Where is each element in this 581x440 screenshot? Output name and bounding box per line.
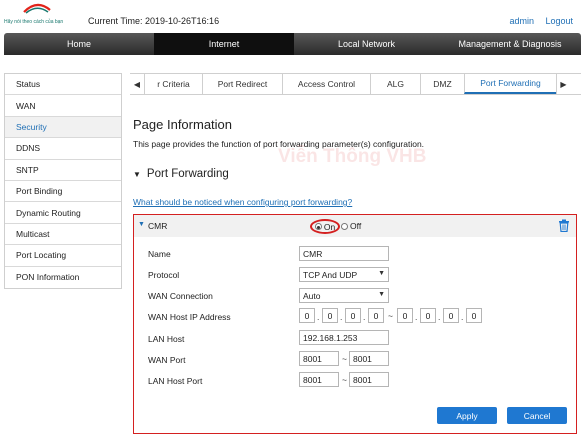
wan-connection-value: Auto <box>303 290 321 301</box>
rule-collapse-icon[interactable]: ▼ <box>138 221 145 228</box>
ip-dot: . <box>461 312 464 322</box>
radio-unchecked-icon <box>341 222 348 230</box>
tab-port-forwarding[interactable]: Port Forwarding <box>464 74 556 94</box>
enable-on-radio[interactable]: On <box>310 219 340 234</box>
logo-mark-icon <box>23 3 51 14</box>
lan-port-start-field[interactable]: 8001 <box>299 372 339 387</box>
ip-dot: . <box>438 312 441 322</box>
sidebar-item-port-locating[interactable]: Port Locating <box>5 245 121 267</box>
section-title-label: Port Forwarding <box>146 168 229 180</box>
nav-internet[interactable]: Internet <box>154 33 294 55</box>
sidebar-item-security[interactable]: Security <box>5 116 121 139</box>
chevron-down-icon: ▼ <box>378 270 385 277</box>
sidebar-item-status[interactable]: Status <box>5 74 121 96</box>
name-field[interactable]: CMR <box>299 246 389 261</box>
collapse-icon[interactable]: ▼ <box>133 170 141 179</box>
top-links: admin Logout <box>500 16 573 26</box>
protocol-label: Protocol <box>148 270 180 280</box>
help-link[interactable]: What should be noticed when configuring … <box>133 197 352 207</box>
wan-connection-label: WAN Connection <box>148 291 213 301</box>
lan-host-label: LAN Host <box>148 334 185 344</box>
sidebar-item-sntp[interactable]: SNTP <box>5 160 121 181</box>
rule-header: ▼ CMR On Off <box>134 215 576 237</box>
ip-dot: . <box>317 312 320 322</box>
tabs-scroll-left-icon[interactable]: ◀ <box>130 74 144 94</box>
wan-ip-end-octet-1[interactable]: 0 <box>397 308 413 323</box>
on-label: On <box>323 221 336 232</box>
sidebar-item-ddns[interactable]: DDNS <box>5 138 121 160</box>
range-tilde: ~ <box>342 375 347 385</box>
wan-port-label: WAN Port <box>148 355 186 365</box>
tab-access-control[interactable]: Access Control <box>282 74 370 94</box>
tab-dmz[interactable]: DMZ <box>420 74 464 94</box>
trash-icon[interactable] <box>558 219 570 232</box>
wan-ip-end-octet-4[interactable]: 0 <box>466 308 482 323</box>
sidebar-item-pon-information[interactable]: PON Information <box>5 267 121 288</box>
logout-link[interactable]: Logout <box>545 16 573 26</box>
nav-local-network[interactable]: Local Network <box>294 33 439 55</box>
protocol-value: TCP And UDP <box>303 269 358 280</box>
section-title[interactable]: ▼ Port Forwarding <box>133 168 229 180</box>
radio-checked-icon <box>314 223 322 230</box>
wan-ip-end-octet-2[interactable]: 0 <box>420 308 436 323</box>
off-label: Off <box>350 221 362 231</box>
user-link[interactable]: admin <box>509 16 534 26</box>
range-tilde: ~ <box>388 311 393 321</box>
apply-button[interactable]: Apply <box>437 407 497 424</box>
tabs-scroll-right-icon[interactable]: ▶ <box>556 74 570 94</box>
wan-port-end-field[interactable]: 8001 <box>349 351 389 366</box>
sidebar-item-multicast[interactable]: Multicast <box>5 224 121 246</box>
tab-alg[interactable]: ALG <box>370 74 420 94</box>
wan-ip-start-octet-3[interactable]: 0 <box>345 308 361 323</box>
brand-tagline: Hãy nói theo cách của bạn <box>4 19 64 25</box>
wan-ip-start-octet-1[interactable]: 0 <box>299 308 315 323</box>
wan-ip-start-octet-2[interactable]: 0 <box>322 308 338 323</box>
wan-ip-end-octet-3[interactable]: 0 <box>443 308 459 323</box>
ip-dot: . <box>363 312 366 322</box>
sub-tabs: ◀ r Criteria Port Redirect Access Contro… <box>130 73 581 95</box>
current-time: Current Time: 2019-10-26T16:16 <box>88 16 220 26</box>
rule-name: CMR <box>148 221 168 231</box>
main-nav: Home Internet Local Network Management &… <box>4 33 581 55</box>
viettel-logo: Hãy nói theo cách của bạn <box>4 2 68 30</box>
nav-management-diagnosis[interactable]: Management & Diagnosis <box>439 33 581 55</box>
lan-host-port-label: LAN Host Port <box>148 376 203 386</box>
ip-dot: . <box>340 312 343 322</box>
sidebar-item-port-binding[interactable]: Port Binding <box>5 181 121 203</box>
watermark: Viễn Thông VHB <box>278 146 427 167</box>
wan-host-ip-label: WAN Host IP Address <box>148 312 231 322</box>
sidebar-item-dynamic-routing[interactable]: Dynamic Routing <box>5 202 121 224</box>
range-tilde: ~ <box>342 354 347 364</box>
sidebar: Status WAN Security DDNS SNTP Port Bindi… <box>4 73 122 289</box>
port-forwarding-rule-panel: ▼ CMR On Off Name CMR Protocol TCP And U… <box>133 214 577 434</box>
protocol-select[interactable]: TCP And UDP ▼ <box>299 267 389 282</box>
name-label: Name <box>148 249 171 259</box>
ip-dot: . <box>415 312 418 322</box>
page-title: Page Information <box>133 117 233 132</box>
cancel-button[interactable]: Cancel <box>507 407 567 424</box>
wan-port-start-field[interactable]: 8001 <box>299 351 339 366</box>
enable-off-radio[interactable]: Off <box>341 221 361 231</box>
tab-filter-criteria[interactable]: r Criteria <box>144 74 202 94</box>
chevron-down-icon: ▼ <box>378 291 385 298</box>
wan-ip-start-octet-4[interactable]: 0 <box>368 308 384 323</box>
nav-home[interactable]: Home <box>4 33 154 55</box>
wan-connection-select[interactable]: Auto ▼ <box>299 288 389 303</box>
sidebar-item-wan[interactable]: WAN <box>5 95 121 117</box>
tab-port-redirect[interactable]: Port Redirect <box>202 74 282 94</box>
lan-host-field[interactable]: 192.168.1.253 <box>299 330 389 345</box>
lan-port-end-field[interactable]: 8001 <box>349 372 389 387</box>
